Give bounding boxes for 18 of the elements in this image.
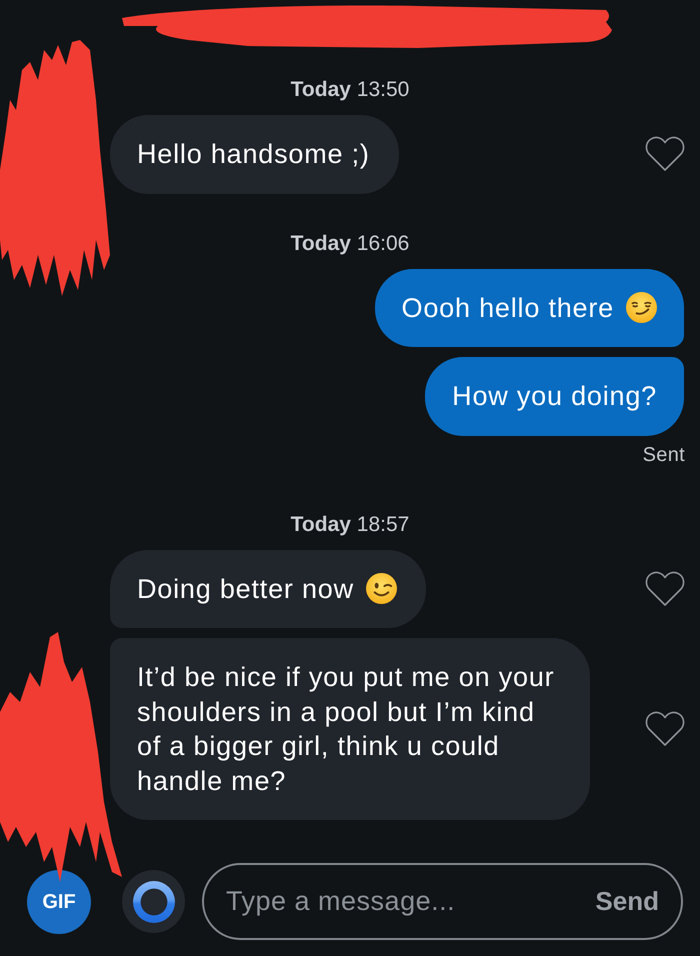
message-text: How you doing? [452,380,657,413]
message-text: Hello handsome ;) [137,138,370,171]
message-text: Doing better now [137,572,354,606]
ring-icon [132,880,174,922]
send-button[interactable]: Send [595,882,659,921]
heart-icon[interactable] [645,570,685,607]
message-input-field[interactable]: Type a message... Send [202,863,683,940]
message-text: It’d be nice if you put me on your shoulders in a pool but I’m kind of a bigger girl, think u could handle me? [137,661,556,798]
message-text: Oooh hello there [402,292,614,324]
heart-icon[interactable] [645,136,685,172]
heart-icon[interactable] [645,711,685,747]
delivery-status: Sent [642,444,685,466]
timestamp: Today 13:50 [290,78,410,102]
timestamp: Today 18:57 [290,512,410,536]
timestamp: Today 16:06 [290,232,410,256]
gif-button[interactable]: GIF [27,870,91,934]
winking-face-icon [366,573,397,604]
smirking-face-icon [626,292,657,324]
